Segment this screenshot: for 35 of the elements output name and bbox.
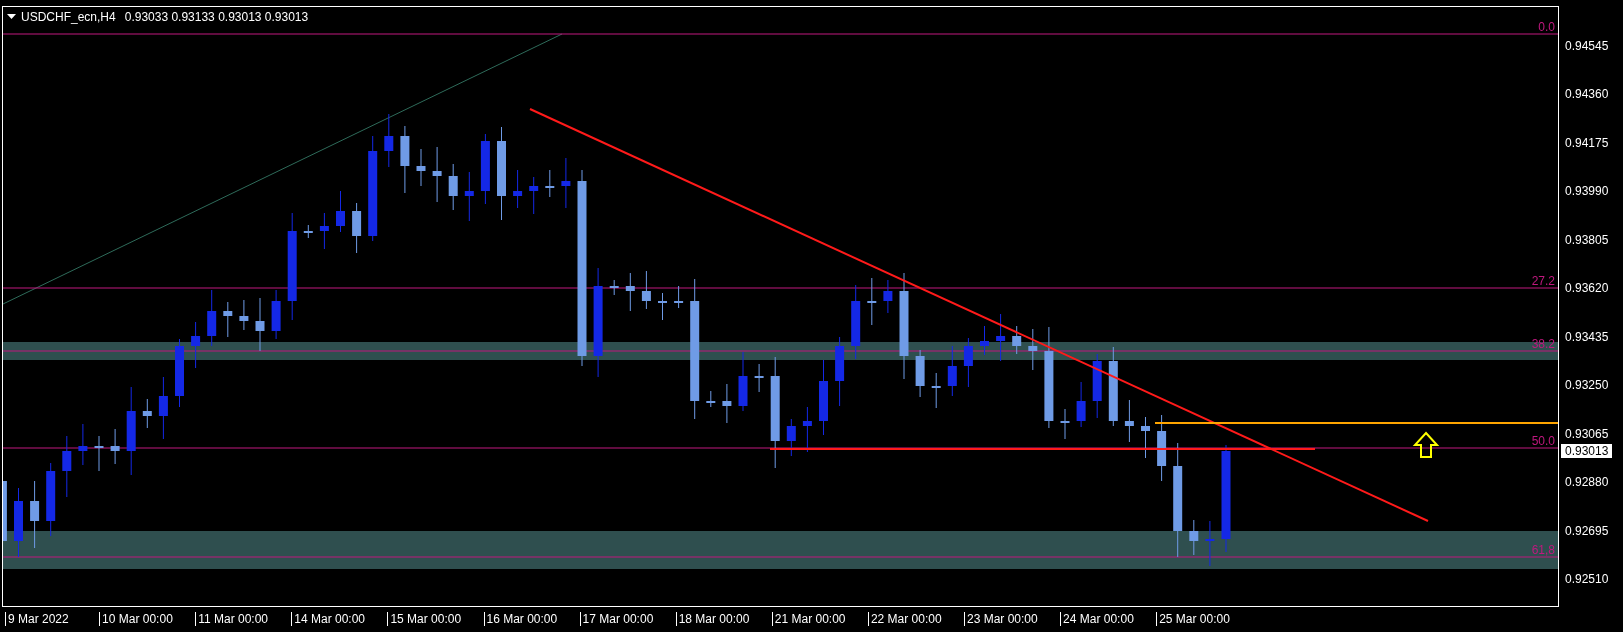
time-tick-label: 22 Mar 00:00	[867, 612, 942, 626]
time-tick-label: 21 Mar 00:00	[771, 612, 846, 626]
time-tick-label: 16 Mar 00:00	[483, 612, 558, 626]
time-tick-label: 18 Mar 00:00	[675, 612, 750, 626]
fibonacci-level-label: 0.0	[1538, 20, 1555, 34]
symbol-label: USDCHF_ecn,H4	[21, 10, 116, 24]
fibonacci-level-label: 61,8	[1531, 543, 1555, 557]
price-tick-label: 0.93065	[1565, 426, 1609, 441]
up-arrow-icon	[1412, 431, 1440, 458]
price-tick-label: 0.93250	[1565, 378, 1609, 393]
price-tick-label: 0.93435	[1565, 329, 1609, 344]
time-tick-label: 10 Mar 00:00	[99, 612, 173, 626]
time-tick-label: 15 Mar 00:00	[387, 612, 462, 626]
time-tick-label: 24 Mar 00:00	[1060, 612, 1134, 626]
fibonacci-level-label: 38.2	[1531, 337, 1555, 351]
price-tick-label: 0.92695	[1565, 523, 1609, 538]
current-price-label: 0.93013	[1561, 444, 1613, 458]
price-tick-label: 0.93990	[1565, 184, 1609, 199]
price-tick-label: 0.94360	[1565, 87, 1609, 102]
fibonacci-level-label: 50.0	[1531, 434, 1555, 448]
time-tick-label: 17 Mar 00:00	[579, 612, 654, 626]
price-tick-label: 0.92510	[1565, 571, 1609, 586]
price-tick-label: 0.94175	[1565, 135, 1609, 150]
time-tick-label: 23 Mar 00:00	[964, 612, 1038, 626]
price-tick-label: 0.93620	[1565, 281, 1609, 296]
price-tick-label: 0.94545	[1565, 39, 1609, 53]
fibonacci-level-label: 27.2	[1531, 274, 1555, 288]
time-tick-label: 25 Mar 00:00	[1156, 612, 1230, 626]
time-tick-label: 14 Mar 00:00	[291, 612, 365, 626]
ohlc-values: 0.93033 0.93133 0.93013 0.93013	[124, 10, 309, 24]
price-tick-label: 0.93805	[1565, 232, 1609, 247]
dropdown-triangle-icon[interactable]	[7, 14, 16, 20]
time-tick-label: 11 Mar 00:00	[195, 612, 268, 626]
time-tick-label: 9 Mar 2022	[5, 612, 69, 626]
price-tick-label: 0.92880	[1565, 475, 1609, 490]
